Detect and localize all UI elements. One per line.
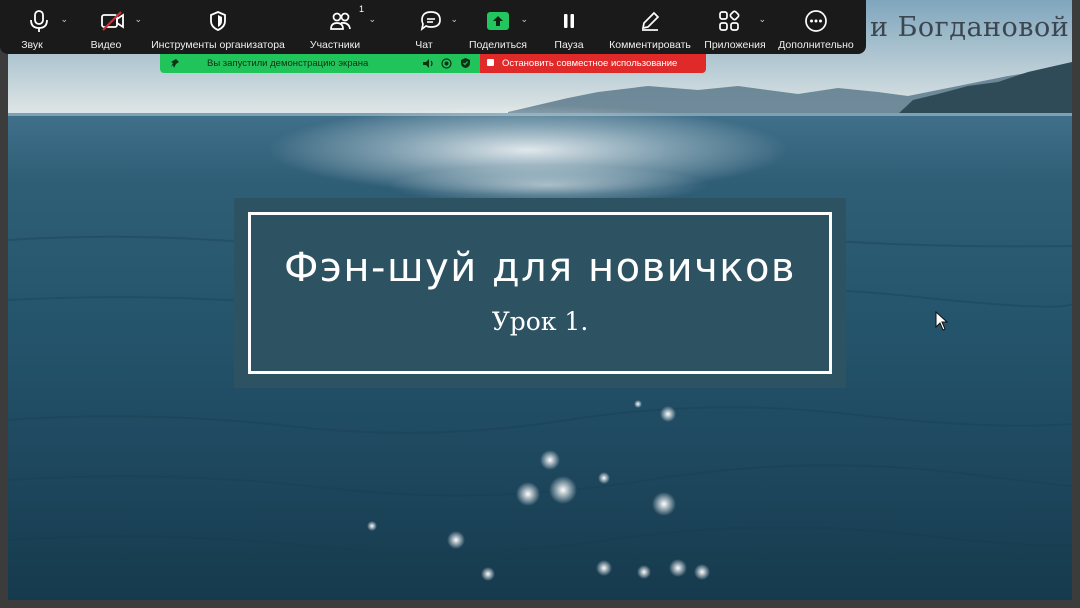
share-screen-button[interactable]: ⌄ Поделиться: [466, 0, 530, 54]
title-frame: Фэн-шуй для новичков Урок 1.: [248, 212, 832, 374]
pause-button[interactable]: Пауза: [548, 0, 590, 54]
audio-button[interactable]: ⌄ Звук: [10, 0, 68, 54]
speaker-icon[interactable]: [422, 58, 434, 69]
slide-subtitle: Урок 1.: [491, 306, 589, 336]
chat-button[interactable]: ⌄ Чат: [404, 0, 458, 54]
chevron-down-icon[interactable]: ⌄: [60, 14, 68, 25]
audio-label: Звук: [21, 39, 43, 51]
stop-share-button[interactable]: Остановить совместное использование: [480, 54, 706, 73]
pause-label: Пауза: [554, 39, 584, 51]
stop-share-label: Остановить совместное использование: [502, 58, 678, 69]
share-label: Поделиться: [469, 39, 527, 51]
stop-square-icon: [487, 59, 494, 66]
presentation-slide: и Богдановой Фэн-шуй для новичков Урок 1…: [8, 0, 1072, 600]
pin-icon[interactable]: [170, 58, 180, 69]
video-off-icon: [100, 6, 126, 36]
participants-label: Участники: [309, 39, 361, 51]
shield-icon: [208, 6, 228, 36]
chat-label: Чат: [415, 39, 433, 51]
participants-count-badge: 1: [358, 4, 364, 14]
pause-icon: [559, 6, 579, 36]
more-label: Дополнительно: [778, 39, 854, 51]
slide-title: Фэн-шуй для новичков: [284, 244, 796, 291]
chevron-down-icon[interactable]: ⌄: [450, 14, 458, 25]
meeting-toolbar: ⌄ Звук ⌄ Видео Инструменты организатора …: [0, 0, 866, 54]
video-label: Видео: [90, 39, 122, 51]
chevron-down-icon[interactable]: ⌄: [758, 14, 766, 25]
author-name-fragment: и Богдановой: [870, 12, 1070, 43]
apps-button[interactable]: ⌄ Приложения: [700, 0, 770, 54]
screen-share-status-bar: Вы запустили демонстрацию экрана Останов…: [160, 54, 706, 73]
screen-frame: и Богдановой Фэн-шуй для новичков Урок 1…: [0, 0, 1080, 608]
host-tools-button[interactable]: Инструменты организатора: [148, 0, 288, 54]
chat-icon: [419, 6, 443, 36]
more-icon: [804, 6, 828, 36]
mouse-cursor-icon: [935, 311, 949, 331]
chevron-down-icon[interactable]: ⌄: [368, 14, 376, 25]
share-status-text: Вы запустили демонстрацию экрана: [207, 58, 369, 69]
video-button[interactable]: ⌄ Видео: [84, 0, 142, 54]
title-box: Фэн-шуй для новичков Урок 1.: [234, 198, 846, 388]
host-tools-label: Инструменты организатора: [151, 39, 285, 51]
share-status-panel: Вы запустили демонстрацию экрана: [160, 54, 480, 73]
more-button[interactable]: Дополнительно: [776, 0, 856, 54]
record-status-icon[interactable]: [441, 58, 452, 69]
annotate-pencil-icon: [639, 6, 661, 36]
microphone-icon: [28, 6, 50, 36]
annotate-label: Комментировать: [609, 39, 691, 51]
chevron-down-icon[interactable]: ⌄: [520, 14, 528, 25]
chevron-down-icon[interactable]: ⌄: [134, 14, 142, 25]
apps-icon: [718, 6, 740, 36]
participants-icon: 1: [328, 4, 364, 36]
share-screen-icon: [486, 6, 510, 36]
security-shield-icon[interactable]: [460, 57, 471, 69]
apps-label: Приложения: [704, 39, 766, 51]
annotate-button[interactable]: Комментировать: [606, 0, 694, 54]
participants-button[interactable]: 1 ⌄ Участники: [302, 0, 380, 54]
